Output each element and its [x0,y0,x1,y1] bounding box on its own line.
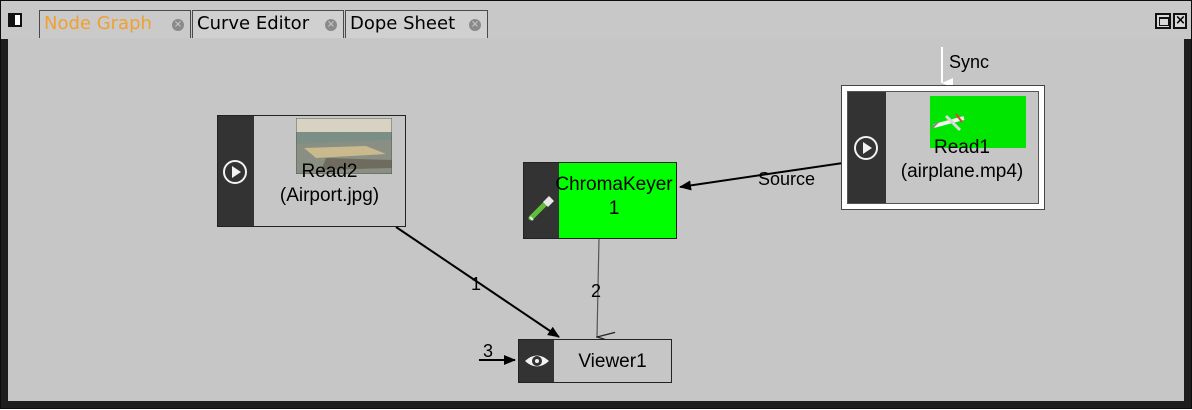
viewer-input-3-label: 3 [483,341,494,361]
node-side-bar [218,116,254,226]
node-read2-title: Read2 (Airport.jpg) [254,160,405,208]
play-icon[interactable] [223,160,247,184]
node-chromakeyer-title: ChromaKeyer 1 [544,173,684,221]
node-read1-body: Read1 (airplane.mp4) [847,91,1039,204]
node-read2-name: Read2 [301,161,358,182]
node-read2[interactable]: Read2 (Airport.jpg) [217,115,406,227]
node-read1-file: (airplane.mp4) [900,161,1024,182]
eye-icon [525,355,549,367]
node-read1-title: Read1 (airplane.mp4) [886,136,1038,184]
play-icon[interactable] [854,136,878,160]
node-graph-panel: Node Graph × Curve Editor × Dope Sheet ×… [0,0,1192,409]
node-read1[interactable]: Read1 (airplane.mp4) [841,85,1045,210]
sync-label: Sync [949,52,990,72]
node-side-bar [519,340,554,382]
node-viewer1[interactable]: Viewer1 [518,339,672,383]
source-label: Source [758,169,816,189]
viewer-input-1-label: 1 [471,274,482,294]
node-read2-file: (Airport.jpg) [279,185,380,206]
node-side-bar [848,92,886,203]
node-viewer1-label: Viewer1 [578,351,647,372]
viewer-input-2-label: 2 [591,281,602,301]
node-chromakeyer-name: ChromaKeyer [555,174,673,195]
node-read1-name: Read1 [934,137,990,158]
node-chromakeyer-index: 1 [608,198,620,219]
node-chromakeyer[interactable]: ChromaKeyer 1 [523,162,677,239]
